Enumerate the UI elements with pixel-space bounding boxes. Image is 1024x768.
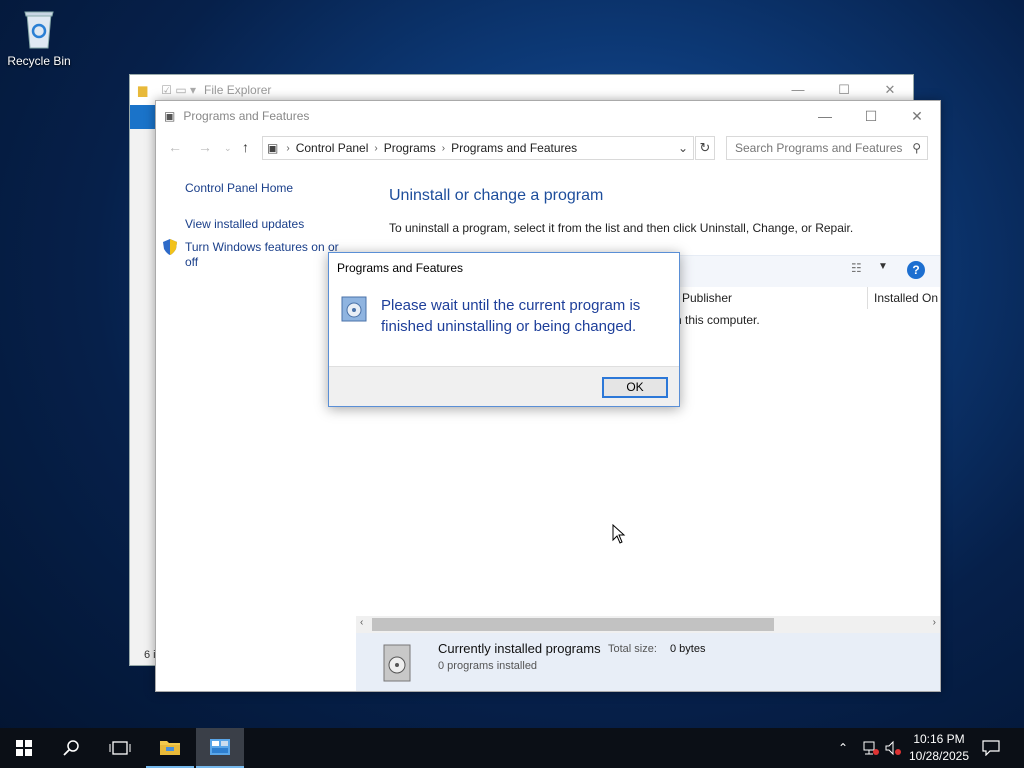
shield-icon	[163, 239, 177, 258]
clock-date: 10/28/2025	[908, 749, 970, 763]
installer-icon	[339, 293, 371, 325]
notification-icon	[982, 740, 1000, 756]
empty-list-message: n this computer.	[675, 313, 760, 327]
chevron-right-icon: ›	[441, 142, 446, 154]
control-panel-icon: ▣	[267, 141, 279, 155]
maximize-button[interactable]: ☐	[821, 82, 867, 98]
total-size-value: 0 bytes	[670, 643, 706, 655]
up-arrow-icon[interactable]: ↑	[242, 139, 249, 155]
chevron-down-icon[interactable]: ▼	[878, 261, 888, 272]
installer-box-icon	[380, 641, 416, 685]
sidebar-link-view-updates[interactable]: View installed updates	[185, 217, 304, 231]
close-button[interactable]: ✕	[894, 108, 940, 125]
program-count: 0 programs installed	[438, 660, 538, 672]
folder-icon: ▆	[138, 83, 148, 97]
dialog-footer: OK	[329, 366, 679, 406]
search-icon	[63, 740, 79, 756]
ok-button[interactable]: OK	[602, 377, 668, 398]
scroll-left-icon[interactable]: ‹	[360, 617, 363, 628]
back-arrow-icon[interactable]: ←	[168, 139, 182, 155]
sidebar-link-windows-features-line2[interactable]: off	[185, 255, 198, 269]
scroll-right-icon[interactable]: ›	[933, 617, 936, 628]
volume-muted-icon[interactable]	[884, 728, 902, 768]
search-button[interactable]	[48, 728, 96, 768]
status-bar: 6 i	[144, 649, 156, 661]
scrollbar-thumb[interactable]	[372, 618, 774, 631]
sidebar-link-control-panel-home[interactable]: Control Panel Home	[185, 181, 293, 195]
total-size-label: Total size:	[608, 643, 657, 655]
breadcrumb-control-panel[interactable]: Control Panel	[296, 141, 369, 155]
page-title: Uninstall or change a program	[389, 187, 604, 204]
file-tab[interactable]	[130, 105, 156, 129]
window-title: Programs and Features	[183, 109, 310, 123]
recent-dropdown-icon[interactable]: ⌄	[224, 143, 232, 154]
dialog-message: Please wait until the current program is…	[381, 297, 641, 335]
taskbar: ⌃ 10:16 PM 10/28/2025	[0, 728, 1024, 768]
action-center-button[interactable]	[982, 728, 1000, 768]
chevron-up-icon: ⌃	[838, 741, 849, 755]
search-icon: ⚲	[912, 141, 921, 155]
wait-dialog[interactable]: Programs and Features Please wait until …	[328, 252, 680, 407]
windows-logo-icon	[16, 740, 32, 756]
search-input[interactable]: Search Programs and Features ⚲	[726, 136, 928, 160]
network-icon[interactable]	[862, 728, 880, 768]
column-header-publisher[interactable]: Publisher	[682, 291, 732, 305]
dialog-title: Programs and Features	[337, 261, 464, 275]
control-panel-icon	[210, 739, 230, 755]
start-button[interactable]	[0, 728, 48, 768]
chevron-right-icon: ›	[374, 142, 378, 154]
address-bar[interactable]: ▣ › Control Panel › Programs › Programs …	[262, 136, 694, 160]
column-header-installed-on[interactable]: Installed On	[874, 291, 938, 305]
file-explorer-title: File Explorer	[204, 83, 272, 97]
recycle-bin-desktop-icon[interactable]: Recycle Bin	[4, 6, 74, 68]
taskbar-control-panel[interactable]	[196, 728, 244, 768]
task-view-icon	[109, 741, 131, 755]
window-titlebar: ▣ Programs and Features — ☐ ✕	[156, 101, 940, 131]
control-panel-icon: ▣	[164, 109, 176, 123]
navigation-bar: ← → ⌄ ↑ ▣ › Control Panel › Programs › P…	[156, 133, 942, 163]
show-hidden-icons-button[interactable]: ⌃	[838, 728, 848, 768]
taskbar-file-explorer[interactable]	[146, 728, 194, 768]
view-options-icon[interactable]: ☷	[851, 261, 862, 275]
horizontal-scrollbar[interactable]: ‹ ›	[356, 616, 940, 633]
search-placeholder: Search Programs and Features	[735, 141, 903, 155]
quick-access-icon: ☑ ▭ ▾	[161, 83, 197, 97]
mouse-cursor-icon	[612, 523, 626, 547]
clock-time: 10:16 PM	[913, 732, 965, 746]
task-view-button[interactable]	[96, 728, 144, 768]
forward-arrow-icon[interactable]: →	[198, 139, 212, 155]
folder-icon	[160, 741, 180, 755]
maximize-button[interactable]: ☐	[848, 108, 894, 125]
sidebar: Control Panel Home View installed update…	[156, 163, 356, 691]
chevron-right-icon: ›	[286, 142, 290, 154]
page-instructions: To uninstall a program, select it from t…	[389, 221, 854, 235]
column-divider	[867, 287, 868, 309]
help-icon[interactable]: ?	[907, 261, 925, 279]
navigation-pane	[130, 129, 156, 665]
minimize-button[interactable]: —	[802, 108, 848, 125]
sidebar-link-windows-features[interactable]: Turn Windows features on or	[185, 240, 339, 254]
details-pane: Currently installed programs Total size:…	[356, 633, 940, 691]
chevron-down-icon[interactable]: ⌄	[673, 141, 693, 155]
recycle-bin-label: Recycle Bin	[7, 54, 71, 68]
minimize-button[interactable]: —	[775, 82, 821, 98]
breadcrumb-programs-and-features[interactable]: Programs and Features	[451, 141, 577, 155]
details-heading: Currently installed programs	[438, 641, 601, 656]
close-button[interactable]: ✕	[867, 82, 913, 98]
recycle-bin-icon	[19, 6, 59, 50]
breadcrumb-programs[interactable]: Programs	[384, 141, 436, 155]
refresh-button[interactable]: ↻	[695, 136, 715, 160]
system-clock[interactable]: 10:16 PM 10/28/2025	[906, 731, 972, 765]
